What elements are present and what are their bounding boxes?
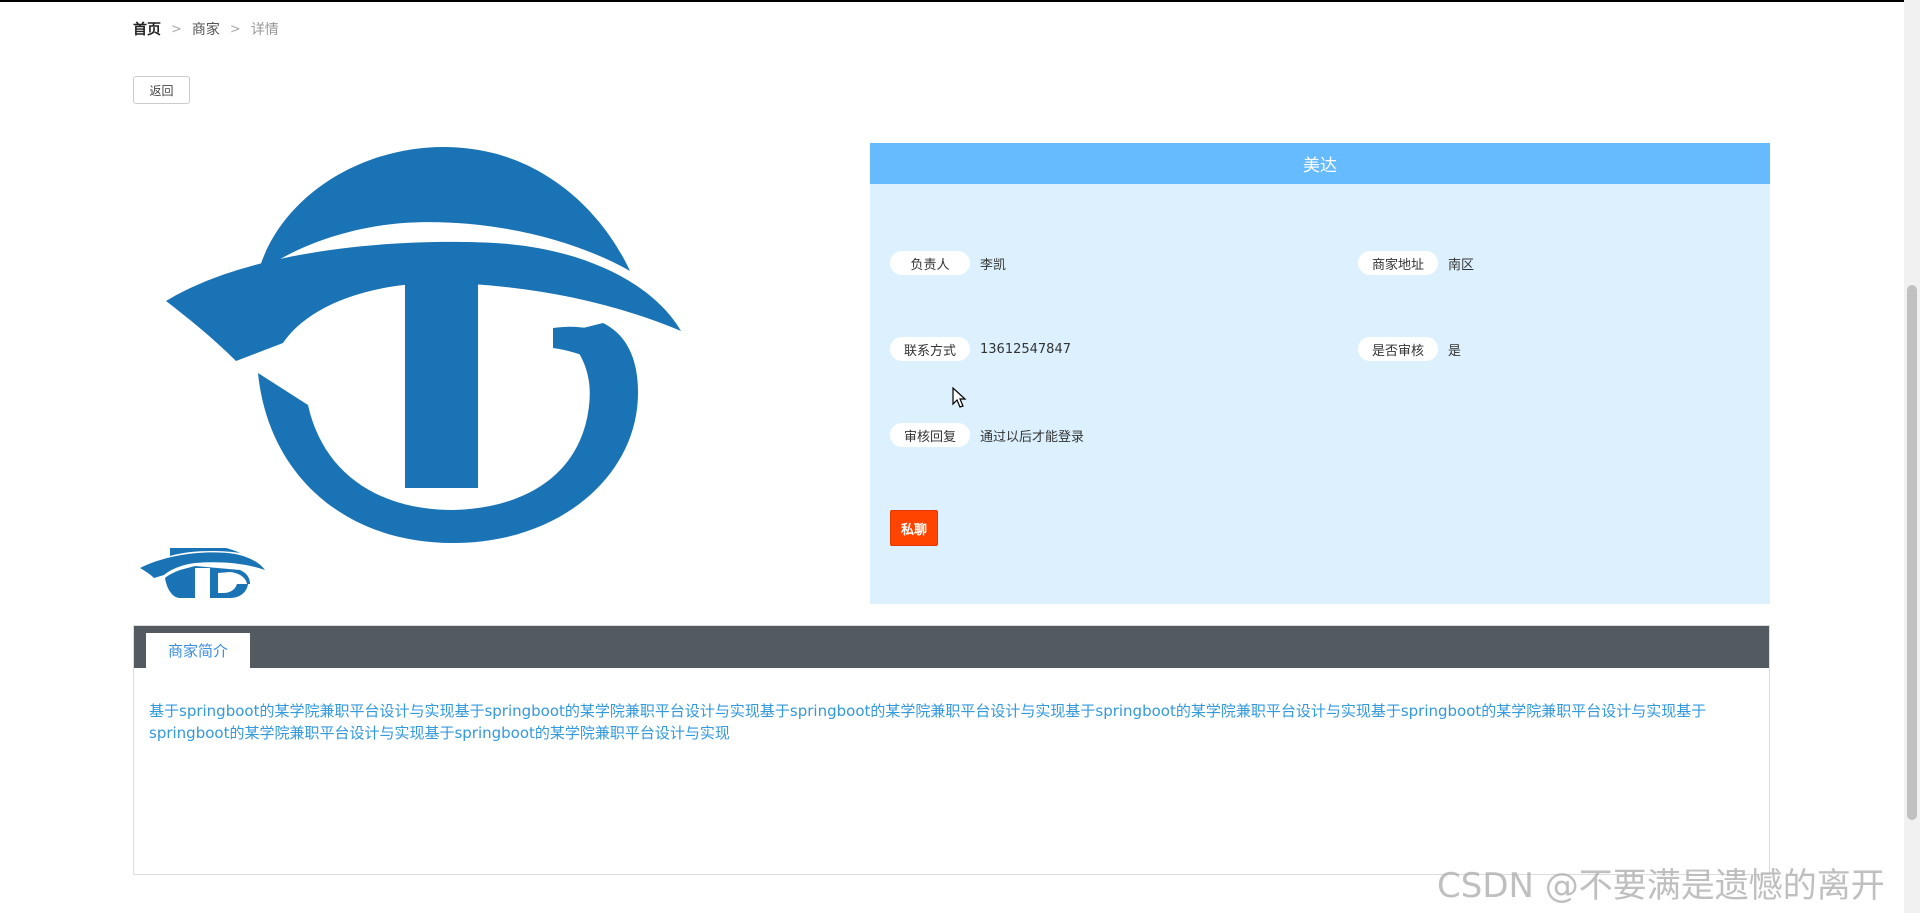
tab-merchant-intro[interactable]: 商家简介 (146, 633, 250, 668)
breadcrumb: 首页 > 商家 > 详情 (133, 19, 279, 39)
mouse-cursor-icon (952, 387, 967, 408)
field-address: 商家地址 南区 (1358, 251, 1474, 275)
merchant-logo-image (166, 146, 681, 543)
csdn-watermark: CSDN @不要满是遗憾的离开 (1437, 866, 1885, 906)
breadcrumb-home-link[interactable]: 首页 (133, 19, 161, 39)
merchant-logo-thumbnail[interactable] (140, 548, 265, 598)
merchant-tabs: 商家简介 基于springboot的某学院兼职平台设计与实现基于springbo… (133, 625, 1770, 875)
breadcrumb-merchant-link[interactable]: 商家 (192, 19, 220, 39)
field-manager: 负责人 李凯 (890, 251, 1006, 275)
private-chat-button[interactable]: 私聊 (890, 510, 938, 546)
field-value: 李凯 (980, 257, 1007, 273)
field-audit-reply: 审核回复 通过以后才能登录 (890, 423, 1084, 447)
scrollbar-thumb[interactable] (1907, 285, 1917, 820)
field-audit: 是否审核 是 (1358, 337, 1461, 361)
field-value: 通过以后才能登录 (980, 429, 1085, 445)
merchant-info-panel: 美达 负责人 李凯 商家地址 南区 联系方式 13612547847 是否审核 … (870, 143, 1770, 604)
breadcrumb-current: 详情 (250, 22, 279, 38)
field-value: 13612547847 (980, 341, 1071, 357)
field-value: 是 (1448, 343, 1462, 359)
field-label: 审核回复 (890, 423, 970, 447)
back-button[interactable]: 返回 (133, 76, 190, 104)
field-label: 联系方式 (890, 337, 970, 361)
top-border-line (0, 0, 1920, 2)
field-label: 负责人 (890, 251, 970, 275)
breadcrumb-separator: > (229, 21, 241, 37)
field-label: 是否审核 (1358, 337, 1438, 361)
page-scrollbar[interactable] (1904, 0, 1920, 913)
breadcrumb-separator: > (171, 21, 182, 37)
field-contact: 联系方式 13612547847 (890, 337, 1071, 361)
tab-bar: 商家简介 (134, 626, 1769, 668)
merchant-intro-text: 基于springboot的某学院兼职平台设计与实现基于springboot的某学… (149, 702, 1707, 742)
field-value: 南区 (1448, 257, 1475, 273)
merchant-name-title: 美达 (870, 143, 1770, 184)
field-label: 商家地址 (1358, 251, 1438, 275)
